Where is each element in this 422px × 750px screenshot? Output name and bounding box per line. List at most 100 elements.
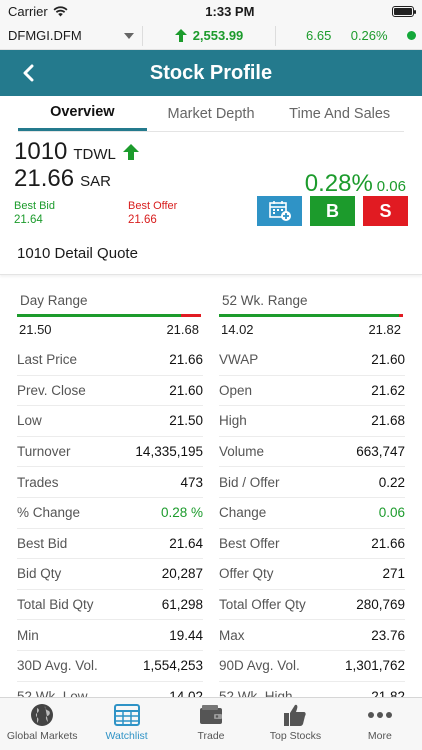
detail-quote-grid: Day Range 21.50 21.68 52 Wk. Range 14.02… xyxy=(0,285,422,697)
more-icon xyxy=(367,703,393,727)
best-offer-value: 21.66 xyxy=(128,214,157,226)
detail-value: 14.02 xyxy=(169,688,203,697)
detail-row-right: 52 Wk. High 21.82 xyxy=(219,682,405,697)
detail-row-right: Best Offer 21.66 xyxy=(219,529,405,560)
detail-value: 271 xyxy=(382,566,405,582)
week52-range-bar xyxy=(219,314,403,317)
detail-row-left: 52 Wk. Low 14.02 xyxy=(17,682,203,697)
nav-global-markets[interactable]: Global Markets xyxy=(0,698,84,750)
profile-tabs: Overview Market Depth Time And Sales xyxy=(18,96,404,132)
page-title: Stock Profile xyxy=(149,61,273,84)
detail-row-right: Bid / Offer 0.22 xyxy=(219,467,405,498)
index-value: 2,553.99 xyxy=(192,28,244,43)
detail-label: Best Bid xyxy=(17,535,68,551)
buy-button[interactable]: B xyxy=(310,196,355,226)
wallet-icon xyxy=(198,703,224,727)
detail-value: 21.66 xyxy=(169,352,203,368)
back-button[interactable] xyxy=(18,63,38,83)
nav-top-stocks[interactable]: Top Stocks xyxy=(253,698,337,750)
week52-range-bar-rest xyxy=(399,314,403,317)
week52-range-high: 21.82 xyxy=(368,322,401,337)
index-change-pct: 0.26% xyxy=(350,28,388,43)
day-range: Day Range 21.50 21.68 xyxy=(17,285,201,345)
detail-label: Last Price xyxy=(17,352,78,368)
week52-range-label: 52 Wk. Range xyxy=(222,293,308,308)
detail-value: 0.28 % xyxy=(160,505,203,521)
chevron-down-icon xyxy=(124,32,134,39)
nav-trade[interactable]: Trade xyxy=(169,698,253,750)
detail-quote-title: 1010 Detail Quote xyxy=(0,232,422,275)
detail-row-left: Min 19.44 xyxy=(17,620,203,651)
detail-value: 61,298 xyxy=(161,597,203,613)
watchlist-icon xyxy=(113,703,140,727)
index-ticker: DFMGI.DFM 2,553.99 6.65 0.26% xyxy=(0,22,422,50)
detail-value: 21.66 xyxy=(371,535,405,551)
best-bid-value: 21.64 xyxy=(14,214,43,226)
week52-range-bar-fill xyxy=(219,314,400,317)
week52-range-low: 14.02 xyxy=(221,322,254,337)
detail-row-right: VWAP 21.60 xyxy=(219,345,405,376)
detail-row-right: 90D Avg. Vol. 1,301,762 xyxy=(219,651,405,682)
day-range-label: Day Range xyxy=(20,293,88,308)
detail-label: Prev. Close xyxy=(17,382,86,398)
symbol-code: 1010 xyxy=(14,138,68,165)
market-status-dot xyxy=(407,31,416,40)
nav-watchlist[interactable]: Watchlist xyxy=(84,698,168,750)
detail-row-right: Max 23.76 xyxy=(219,620,405,651)
detail-label: Change xyxy=(219,505,267,521)
app-header: Stock Profile xyxy=(0,50,422,96)
detail-label: Turnover xyxy=(17,444,71,460)
detail-label: Total Offer Qty xyxy=(219,597,306,613)
sell-button[interactable]: S xyxy=(363,196,408,226)
detail-row-left: % Change 0.28 % xyxy=(17,498,203,529)
price-row: 21.66 SAR xyxy=(14,165,111,193)
detail-label: High xyxy=(219,413,247,429)
globe-icon xyxy=(29,703,55,727)
detail-value: 20,287 xyxy=(161,566,203,582)
detail-value: 21.64 xyxy=(169,535,203,551)
detail-row-right: Volume 663,747 xyxy=(219,437,405,468)
status-bar: Carrier 1:33 PM xyxy=(0,0,422,22)
tab-overview[interactable]: Overview xyxy=(18,96,147,131)
index-value-box: 2,553.99 xyxy=(143,25,276,46)
detail-label: Trades xyxy=(17,474,59,490)
best-bid-label: Best Bid xyxy=(14,200,55,212)
change-row: 0.28% 0.06 xyxy=(305,170,406,198)
tab-market-depth[interactable]: Market Depth xyxy=(147,96,276,131)
detail-label: Bid / Offer xyxy=(219,474,280,490)
detail-label: Low xyxy=(17,413,42,429)
detail-label: 52 Wk. Low xyxy=(17,688,88,697)
symbol-row: 1010 TDWL xyxy=(14,138,140,166)
detail-value: 0.06 xyxy=(378,505,405,521)
detail-label: Volume xyxy=(219,444,265,460)
detail-value: 14,335,195 xyxy=(135,444,203,460)
up-arrow-icon xyxy=(174,29,187,42)
nav-label: Top Stocks xyxy=(269,730,322,742)
day-range-low: 21.50 xyxy=(19,322,52,337)
detail-value: 21.68 xyxy=(371,413,405,429)
detail-label: Best Offer xyxy=(219,535,280,551)
battery-icon xyxy=(392,5,416,17)
action-buttons: B S xyxy=(257,196,408,226)
add-alert-button[interactable] xyxy=(257,196,302,226)
detail-row-left: Last Price 21.66 xyxy=(17,345,203,376)
detail-row-left: Best Bid 21.64 xyxy=(17,529,203,560)
detail-value: 1,301,762 xyxy=(344,658,405,674)
nav-label: More xyxy=(367,730,392,742)
detail-label: Offer Qty xyxy=(219,566,274,582)
last-price: 21.66 xyxy=(14,165,75,192)
thumbs-up-icon xyxy=(282,703,308,727)
detail-label: Max xyxy=(219,627,245,643)
detail-value: 19.44 xyxy=(169,627,203,643)
change-absolute: 0.06 xyxy=(376,178,406,195)
currency: SAR xyxy=(80,173,111,190)
index-selector[interactable]: DFMGI.DFM xyxy=(0,25,143,46)
nav-more[interactable]: More xyxy=(338,698,422,750)
detail-row-right: High 21.68 xyxy=(219,406,405,437)
tab-time-and-sales[interactable]: Time And Sales xyxy=(275,96,404,131)
bottom-nav: Global Markets Watchlist Trade Top Stock… xyxy=(0,697,422,750)
up-arrow-icon xyxy=(122,144,139,160)
detail-value: 663,747 xyxy=(356,444,405,460)
detail-label: Min xyxy=(17,627,39,643)
detail-value: 21.62 xyxy=(371,382,405,398)
